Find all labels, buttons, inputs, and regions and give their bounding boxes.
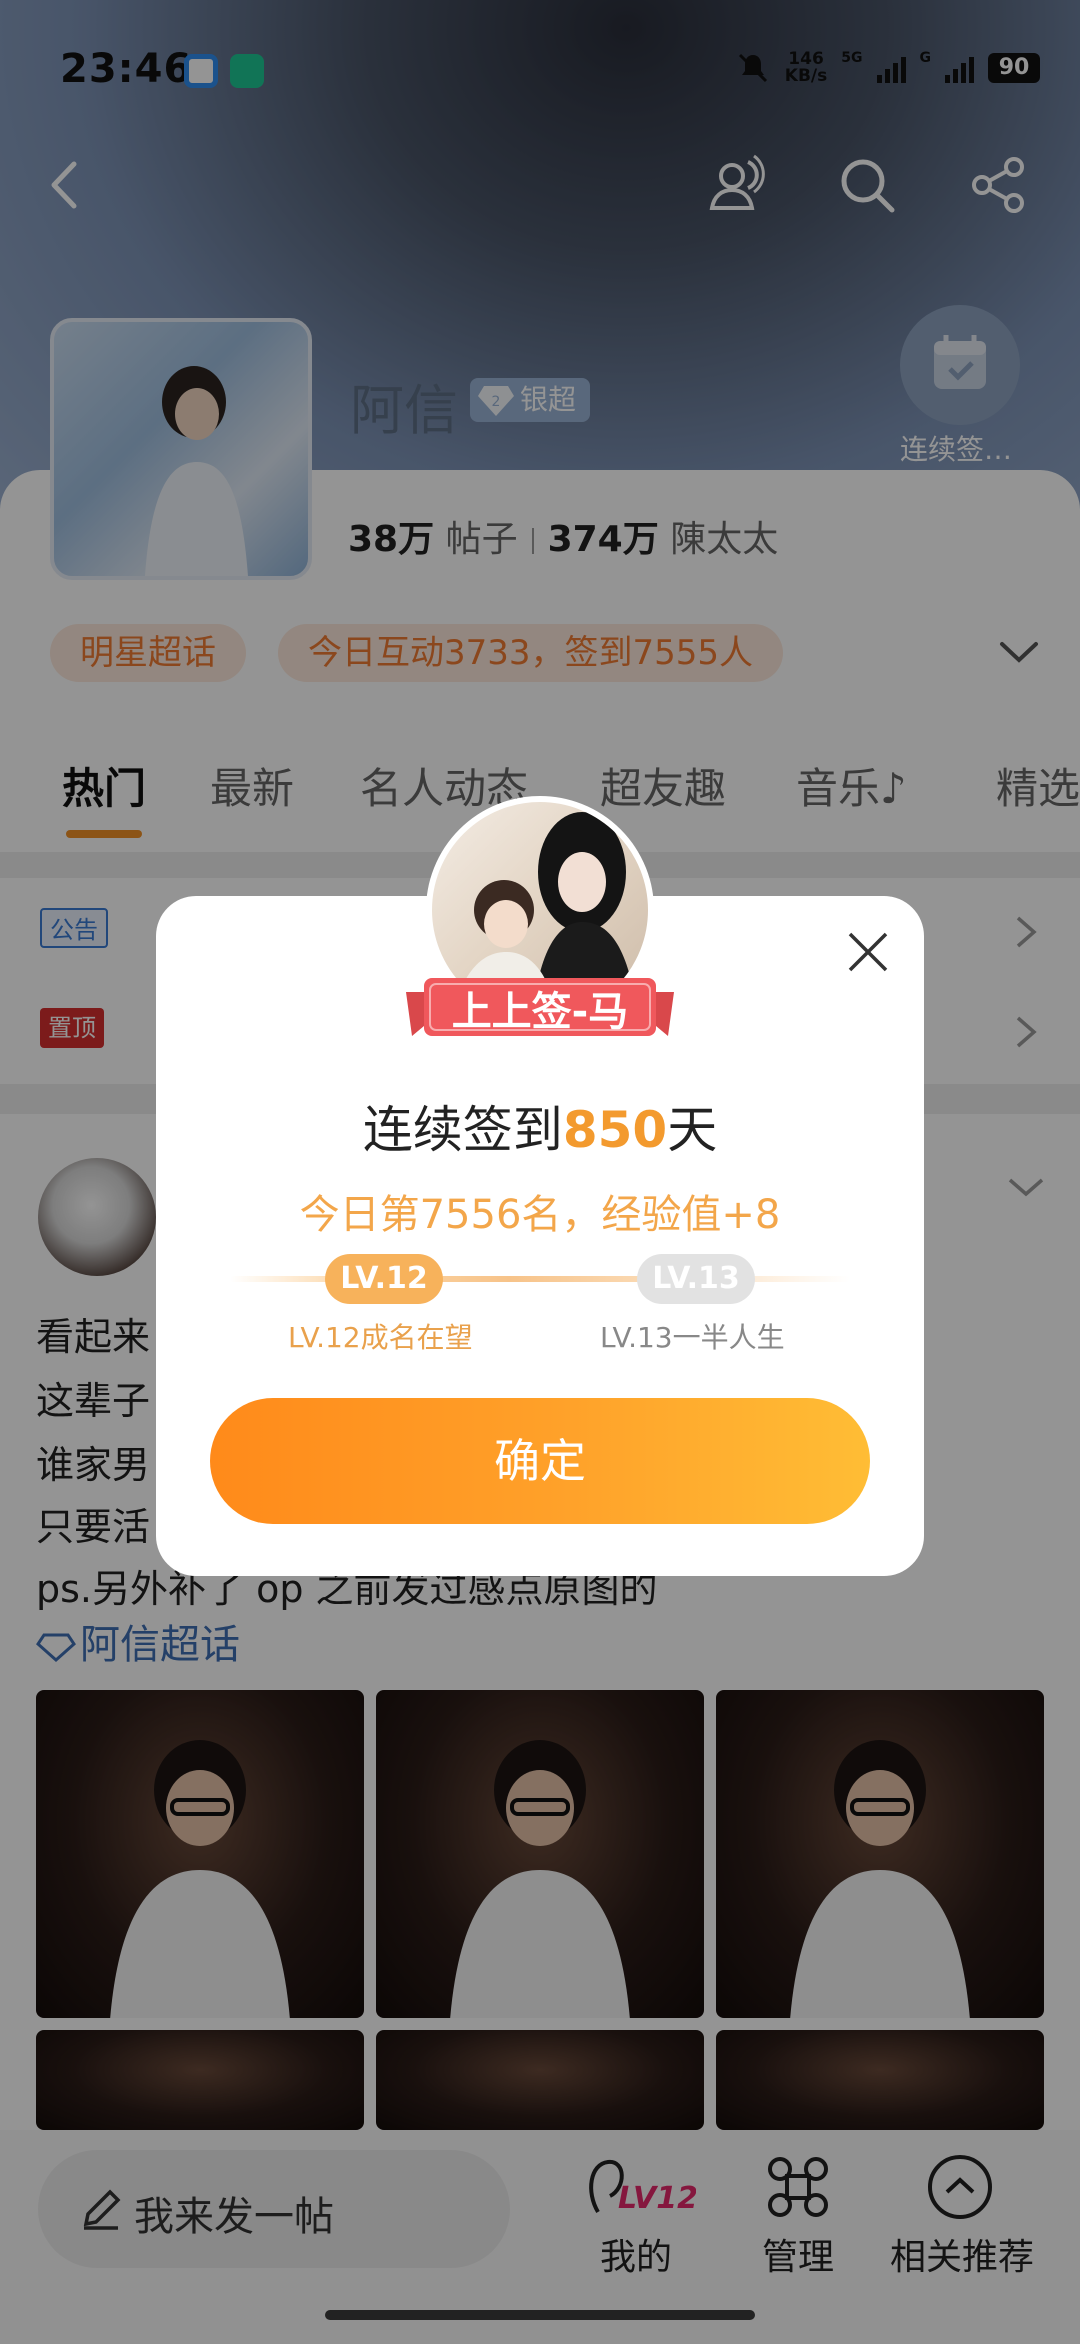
next-level-caption: LV.13一半人生: [600, 1321, 785, 1354]
current-level-pill: LV.12: [325, 1254, 443, 1304]
rank-exp-subtitle: 今日第7556名，经验值+8: [299, 1192, 781, 1238]
close-icon[interactable]: [838, 922, 898, 982]
current-level-caption: LV.12成名在望: [288, 1321, 473, 1354]
next-level-pill: LV.13: [637, 1254, 755, 1304]
streak-days: 850: [562, 1101, 668, 1159]
level-progress-line: [230, 1276, 850, 1282]
streak-title: 连续签到850天: [362, 1101, 718, 1159]
home-indicator: [325, 2310, 755, 2320]
fortune-text: 上上签-马: [451, 989, 629, 1035]
confirm-button[interactable]: 确定: [210, 1398, 870, 1524]
